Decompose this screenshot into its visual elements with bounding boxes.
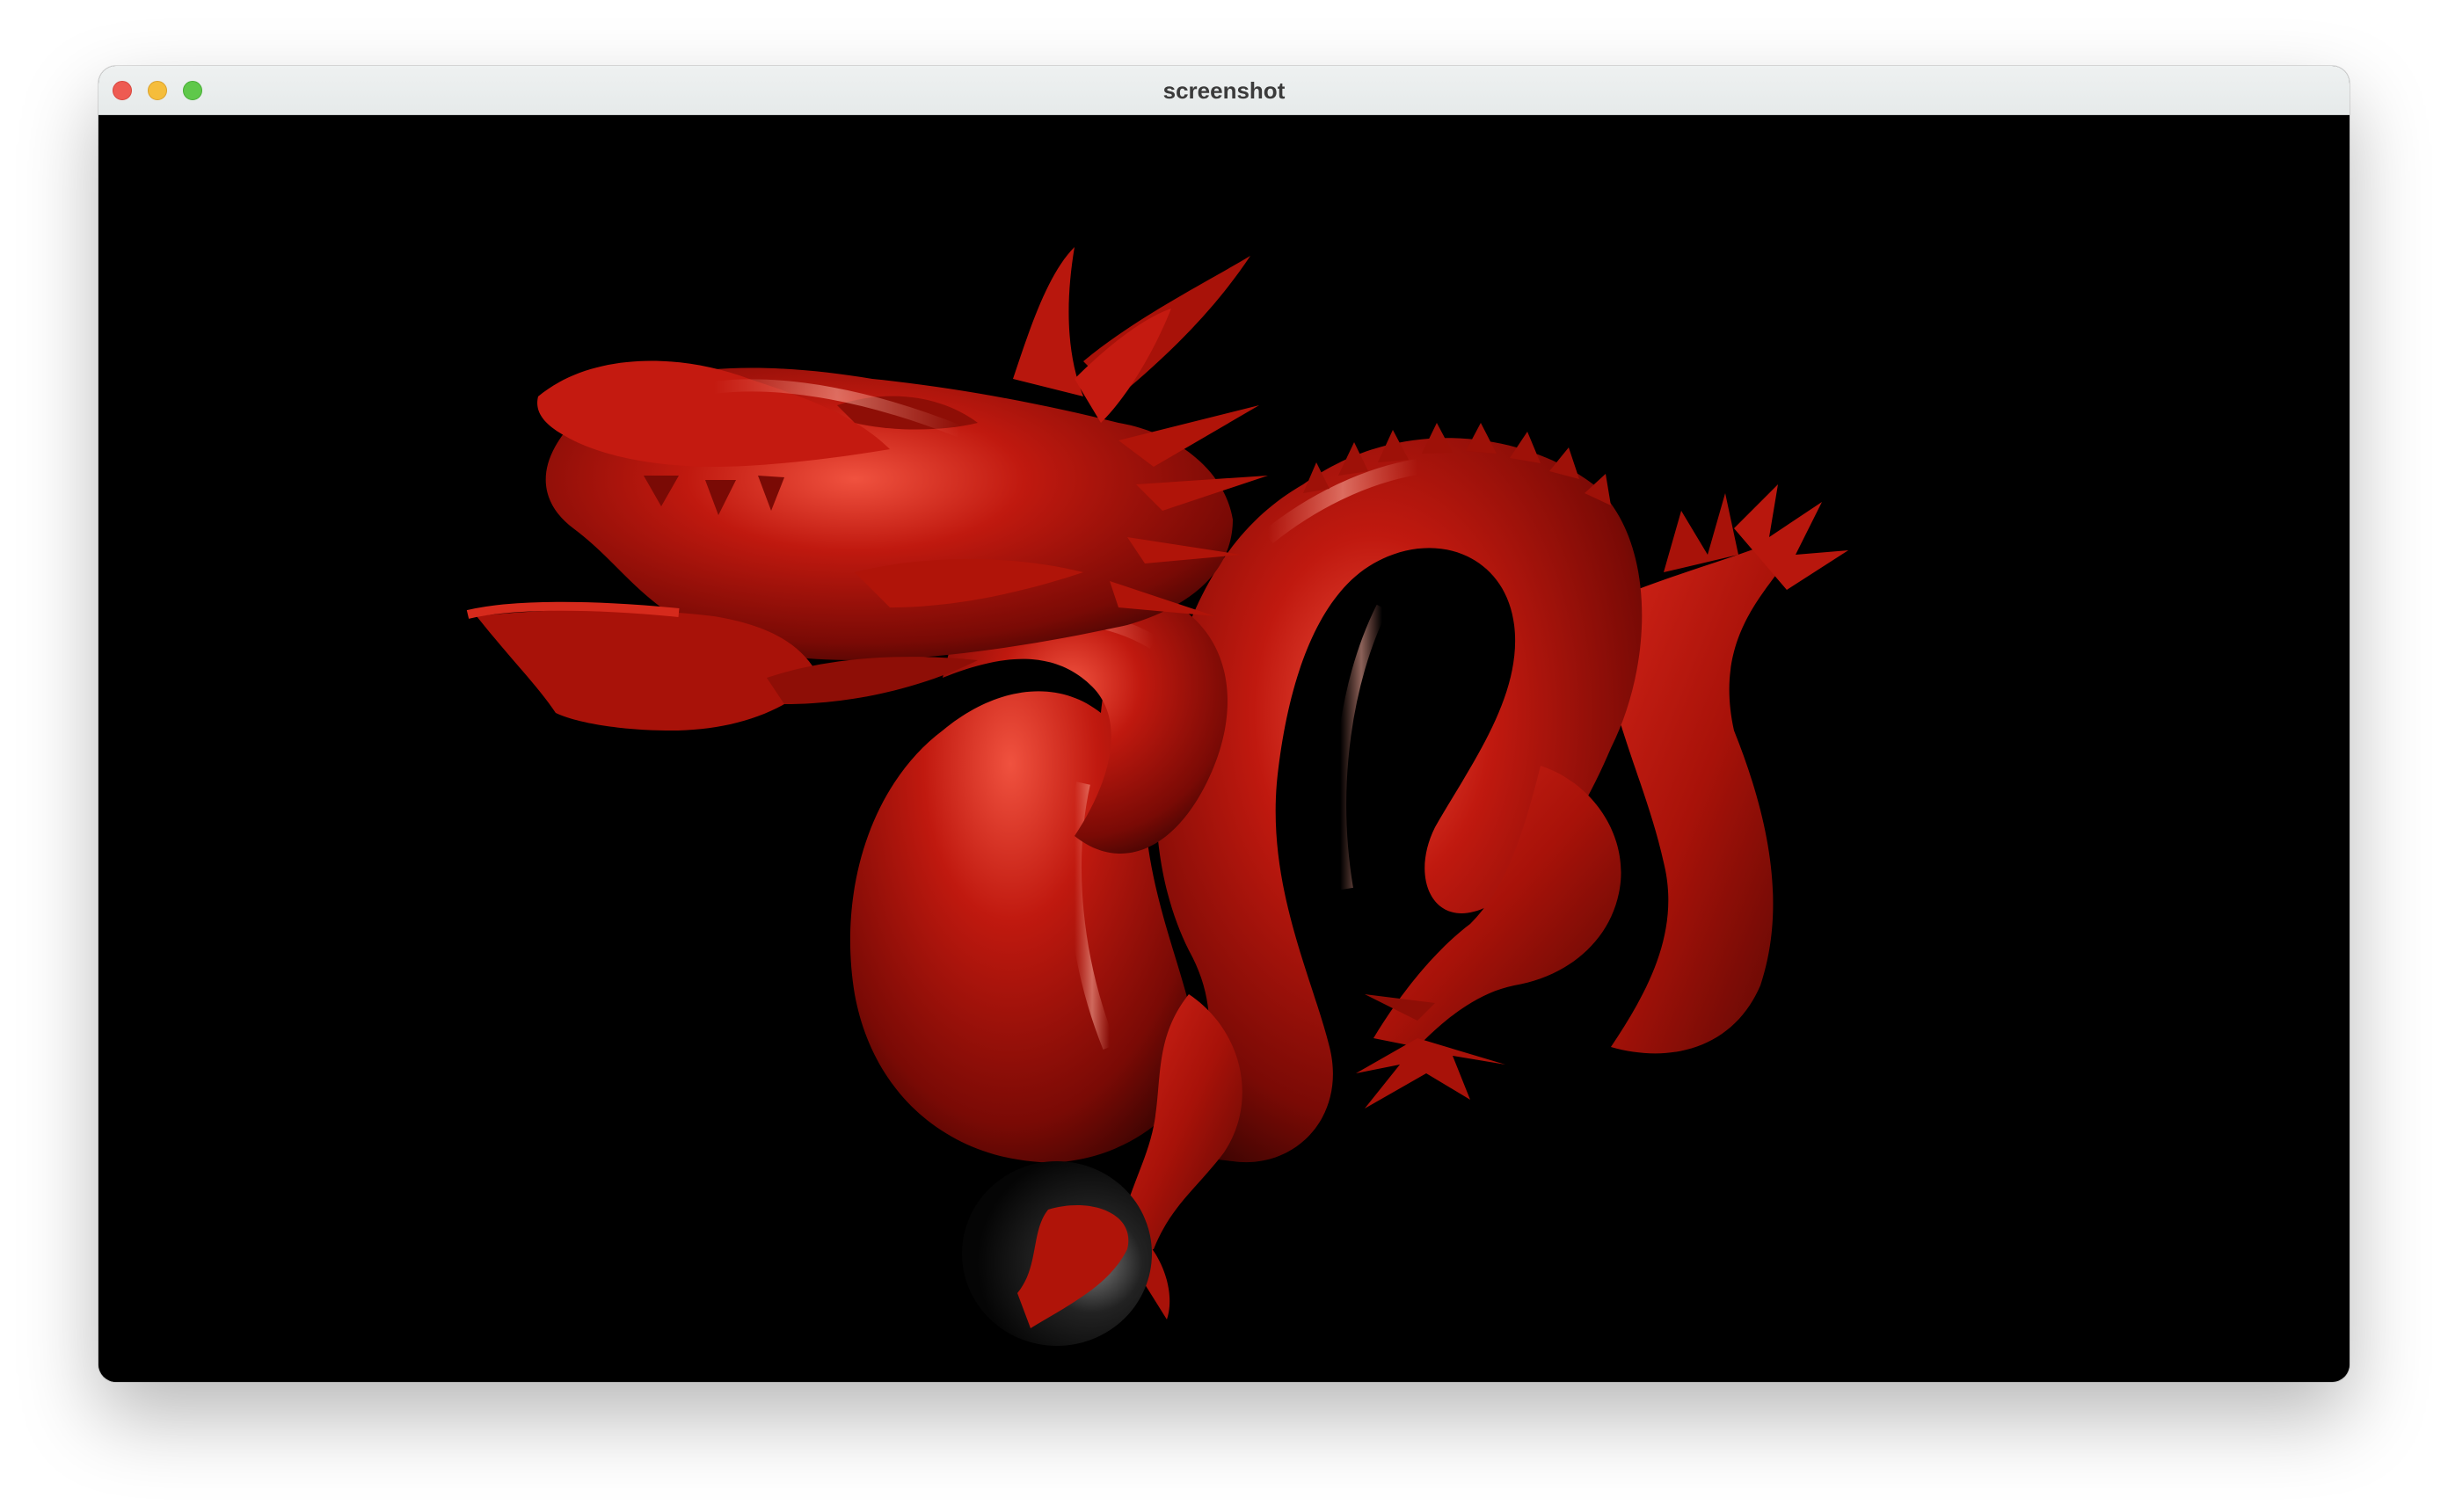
window-title: screenshot xyxy=(1162,77,1286,104)
dragon-horns xyxy=(1013,247,1250,423)
render-viewport[interactable] xyxy=(98,115,2350,1382)
rendered-scene xyxy=(466,247,1848,1346)
title-bar[interactable]: screenshot xyxy=(98,66,2350,115)
app-window: screenshot xyxy=(98,66,2350,1382)
black-pearl xyxy=(962,1161,1152,1346)
